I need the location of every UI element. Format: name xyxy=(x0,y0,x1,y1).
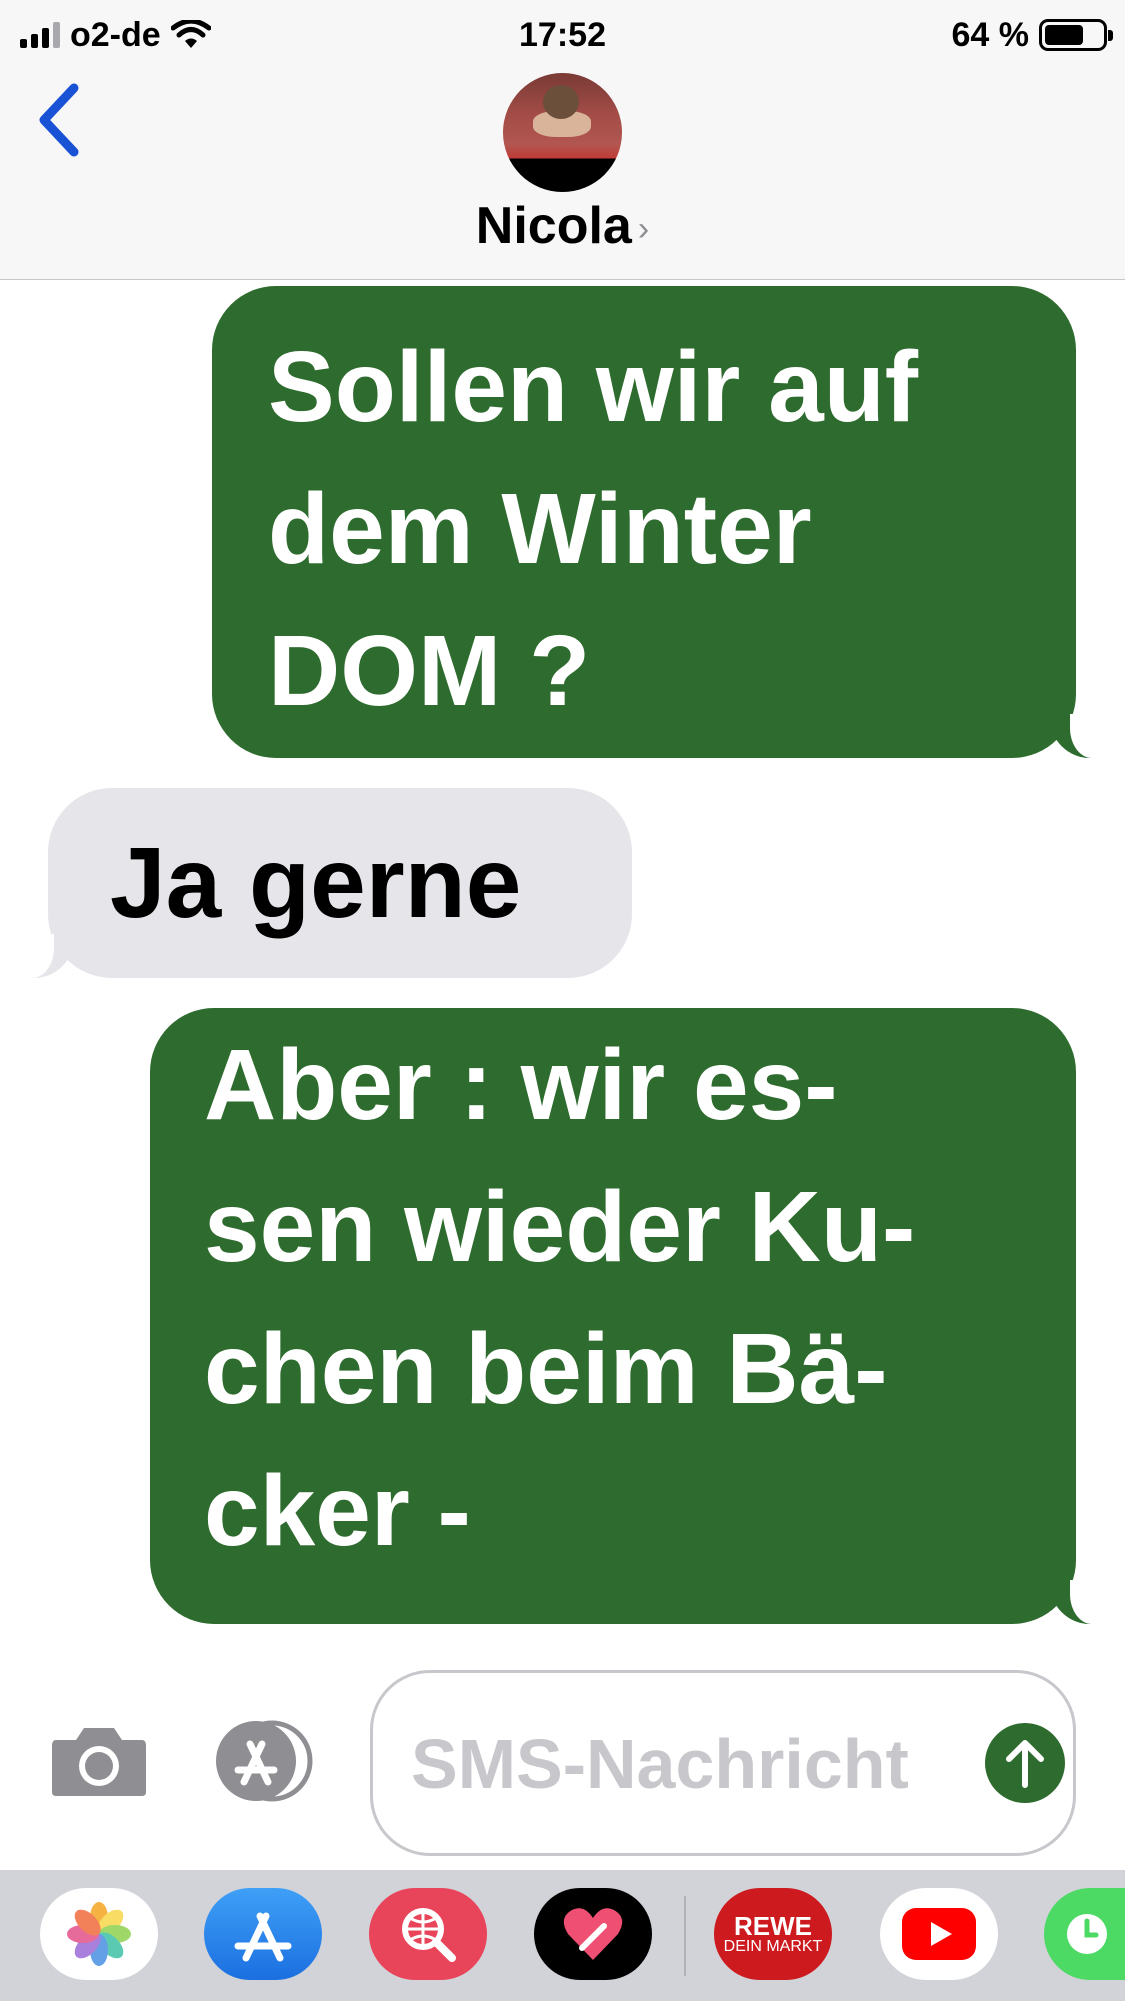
message-line: sen wieder Ku- xyxy=(204,1171,916,1283)
heart-sticker-icon xyxy=(563,1908,623,1960)
clock-icon xyxy=(1067,1914,1107,1954)
web-search-icon xyxy=(402,1908,456,1962)
app-store-icon xyxy=(234,1912,292,1962)
battery-percentage: 64 % xyxy=(951,15,1030,54)
camera-icon[interactable] xyxy=(50,1724,148,1798)
youtube-icon xyxy=(902,1908,976,1960)
message-line: dem Winter xyxy=(268,473,812,585)
message-line: Sollen wir auf xyxy=(268,331,919,443)
message-input-container xyxy=(370,1670,1076,1856)
photos-icon xyxy=(67,1902,131,1966)
message-bubble-outgoing[interactable]: Aber : wir es- sen wieder Ku- chen beim … xyxy=(150,1008,1092,1624)
message-bubble-outgoing[interactable]: Sollen wir auf dem Winter DOM ? xyxy=(212,286,1092,758)
rewe-icon: REWE DEIN MARKT xyxy=(723,1911,823,1955)
drawer-divider xyxy=(684,1896,686,1976)
message-line: Aber : wir es- xyxy=(204,1029,838,1141)
contact-name-button[interactable]: Nicola › xyxy=(0,196,1125,256)
conversation-header: o2-de 17:52 64 % Nicola › xyxy=(0,0,1125,280)
contact-name: Nicola xyxy=(475,197,632,255)
web-search-app-button[interactable] xyxy=(369,1888,487,1980)
message-line: Ja gerne xyxy=(110,827,522,939)
imessage-app-drawer: REWE DEIN MARKT xyxy=(0,1870,1125,2001)
arrow-up-icon xyxy=(1006,1740,1044,1788)
app-store-drawer-icon[interactable] xyxy=(210,1720,320,1802)
back-chevron-icon[interactable] xyxy=(34,80,84,160)
message-input[interactable] xyxy=(409,1673,1013,1855)
rewe-app-button[interactable]: REWE DEIN MARKT xyxy=(714,1888,832,1980)
message-line: DOM ? xyxy=(268,615,591,727)
status-bar-right: 64 % xyxy=(951,10,1113,60)
contact-chevron-icon: › xyxy=(637,209,650,248)
battery-icon xyxy=(1039,19,1113,51)
clock-app-button[interactable] xyxy=(1044,1888,1125,1980)
send-button[interactable] xyxy=(985,1723,1065,1803)
youtube-app-button[interactable] xyxy=(880,1888,998,1980)
photos-app-button[interactable] xyxy=(40,1888,158,1980)
message-bubble-incoming[interactable]: Ja gerne xyxy=(32,788,632,978)
contact-avatar[interactable] xyxy=(503,73,622,192)
message-line: cker - xyxy=(204,1455,471,1567)
app-store-app-button[interactable] xyxy=(204,1888,322,1980)
heart-sticker-app-button[interactable] xyxy=(534,1888,652,1980)
message-line: chen beim Bä- xyxy=(204,1313,888,1425)
